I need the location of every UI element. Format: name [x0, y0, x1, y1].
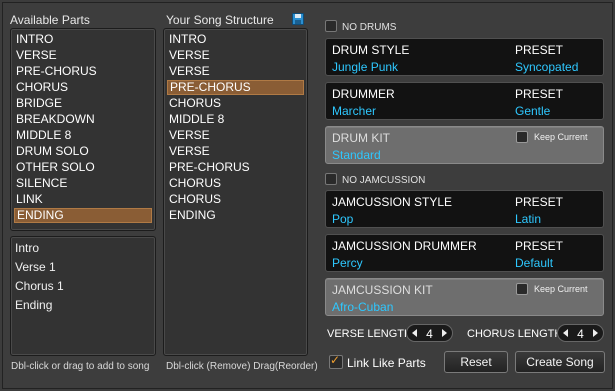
drummer-preset-label: PRESET — [515, 87, 564, 101]
jamcussion-kit-keep-current-checkbox[interactable] — [516, 283, 528, 295]
no-jamcussion-checkbox[interactable] — [325, 173, 337, 185]
verse-length-label: VERSE LENGTH — [327, 328, 412, 340]
song-part-item[interactable]: VERSE — [167, 128, 304, 143]
song-structure-title: Your Song Structure — [166, 13, 274, 27]
verse-length-stepper[interactable]: 4 — [406, 324, 453, 342]
available-part-item[interactable]: CHORUS — [14, 80, 152, 95]
drum-style-preset-value[interactable]: Syncopated — [515, 60, 578, 74]
reset-button[interactable]: Reset — [444, 351, 508, 373]
jamcussion-drummer-preset-value[interactable]: Default — [515, 256, 553, 270]
chorus-length-stepper[interactable]: 4 — [557, 324, 604, 342]
drum-kit-selector[interactable]: DRUM KIT Standard Keep Current — [325, 126, 604, 164]
jamcussion-style-value: Pop — [332, 212, 354, 226]
song-structure-list[interactable]: INTRO VERSE VERSE PRE-CHORUS CHORUS MIDDLE 8V… — [163, 28, 308, 356]
jamcussion-drummer-selector[interactable]: JAMCUSSION DRUMMER Percy PRESET Default — [325, 234, 604, 272]
drum-kit-keep-current-checkbox[interactable] — [516, 131, 528, 143]
recent-part-item[interactable]: Verse 1 — [15, 260, 56, 274]
song-part-item[interactable]: VERSE — [167, 48, 304, 63]
no-jamcussion-label: NO JAMCUSSION — [342, 175, 426, 186]
available-part-item[interactable]: VERSE — [14, 48, 152, 63]
song-structure-hint: Dbl-click (Remove) Drag(Reorder) — [166, 361, 318, 372]
create-song-button[interactable]: Create Song — [515, 351, 605, 373]
song-part-item[interactable]: ENDING — [167, 208, 304, 223]
no-drums-label: NO DRUMS — [342, 22, 397, 33]
save-icon[interactable] — [292, 13, 304, 25]
jamcussion-kit-selector[interactable]: JAMCUSSION KIT Afro-Cuban Keep Current — [325, 278, 604, 316]
drum-style-label: DRUM STYLE — [332, 43, 410, 57]
available-part-item[interactable]: BREAKDOWN — [14, 112, 152, 127]
available-parts-hint: Dbl-click or drag to add to song — [11, 361, 150, 372]
chorus-length-label: CHORUS LENGTH — [467, 328, 563, 340]
recent-part-item[interactable]: Ending — [15, 298, 52, 312]
jamcussion-drummer-preset-label: PRESET — [515, 239, 564, 253]
recent-part-item[interactable]: Chorus 1 — [15, 279, 64, 293]
drummer-selector[interactable]: DRUMMER Marcher PRESET Gentle — [325, 82, 604, 120]
drummer-value: Marcher — [332, 104, 377, 118]
link-like-parts-checkbox[interactable] — [329, 353, 343, 369]
drummer-label: DRUMMER — [332, 87, 395, 101]
jamcussion-kit-keep-current-label: Keep Current — [534, 284, 588, 294]
song-part-item[interactable]: VERSE — [167, 144, 304, 159]
available-parts-list[interactable]: INTRO VERSE PRE-CHORUS CHORUS BRIDGE BREAKDOW… — [10, 28, 156, 231]
song-part-item[interactable]: CHORUS — [167, 192, 304, 207]
song-part-item[interactable]: PRE-CHORUS — [167, 160, 304, 175]
drum-style-preset-label: PRESET — [515, 43, 564, 57]
drum-kit-value: Standard — [332, 148, 381, 162]
available-part-item[interactable]: SILENCE — [14, 176, 152, 191]
chorus-length-increase-icon[interactable] — [593, 329, 598, 337]
available-part-item[interactable]: ENDING — [14, 208, 152, 223]
available-part-item[interactable]: BRIDGE — [14, 96, 152, 111]
jamcussion-kit-value: Afro-Cuban — [332, 300, 394, 314]
drum-style-selector[interactable]: DRUM STYLE Jungle Punk PRESET Syncopated — [325, 38, 604, 76]
available-part-item[interactable]: INTRO — [14, 32, 152, 47]
jamcussion-kit-label: JAMCUSSION KIT — [332, 283, 433, 297]
song-part-item[interactable]: PRE-CHORUS — [167, 80, 304, 95]
no-drums-checkbox[interactable] — [325, 20, 337, 32]
available-part-item[interactable]: MIDDLE 8 — [14, 128, 152, 143]
song-part-item[interactable]: INTRO — [167, 32, 304, 47]
song-part-item[interactable]: CHORUS — [167, 176, 304, 191]
drummer-preset-value[interactable]: Gentle — [515, 104, 550, 118]
song-part-item[interactable]: CHORUS — [167, 96, 304, 111]
song-part-item[interactable]: MIDDLE 8 — [167, 112, 304, 127]
recent-part-item[interactable]: Intro — [15, 241, 39, 255]
drum-kit-keep-current-label: Keep Current — [534, 132, 588, 142]
link-like-parts-label: Link Like Parts — [347, 356, 426, 370]
available-parts-title: Available Parts — [10, 13, 90, 27]
verse-length-increase-icon[interactable] — [442, 329, 447, 337]
available-part-item[interactable]: OTHER SOLO — [14, 160, 152, 175]
drum-style-value: Jungle Punk — [332, 60, 399, 74]
jamcussion-drummer-value: Percy — [332, 256, 363, 270]
recent-parts-list[interactable]: Intro Verse 1 Chorus 1 Ending — [10, 236, 156, 356]
drum-kit-label: DRUM KIT — [332, 131, 390, 145]
song-part-item[interactable]: VERSE — [167, 64, 304, 79]
jamcussion-style-preset-value[interactable]: Latin — [515, 212, 541, 226]
available-part-item[interactable]: LINK — [14, 192, 152, 207]
jamcussion-drummer-label: JAMCUSSION DRUMMER — [332, 239, 477, 253]
jamcussion-style-preset-label: PRESET — [515, 195, 564, 209]
jamcussion-style-selector[interactable]: JAMCUSSION STYLE Pop PRESET Latin — [325, 190, 604, 228]
available-part-item[interactable]: DRUM SOLO — [14, 144, 152, 159]
jamcussion-style-label: JAMCUSSION STYLE — [332, 195, 453, 209]
available-part-item[interactable]: PRE-CHORUS — [14, 64, 152, 79]
